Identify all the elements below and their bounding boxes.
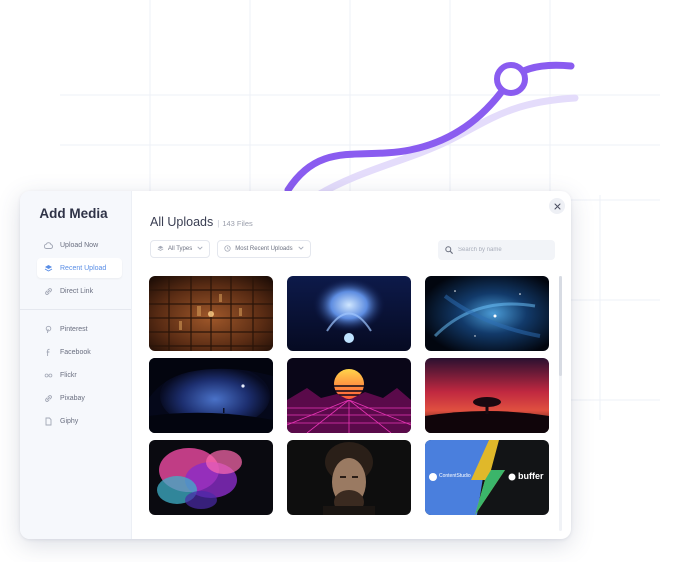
sidebar: Add Media Upload Now Recent Upload Direc… xyxy=(20,191,132,539)
sidebar-item-label: Recent Upload xyxy=(60,264,107,272)
contentstudio-text: ContentStudio xyxy=(439,473,471,479)
media-thumbnail-library[interactable] xyxy=(149,276,273,351)
sidebar-item-label: Giphy xyxy=(60,417,79,425)
buffer-text: buffer xyxy=(518,471,544,481)
sidebar-item-label: Direct Link xyxy=(60,287,94,295)
chevron-down-icon xyxy=(297,246,304,252)
sidebar-divider xyxy=(20,309,131,310)
media-thumbnail-nebula[interactable] xyxy=(425,276,549,351)
stack-icon xyxy=(43,263,53,273)
portrait-image xyxy=(287,440,411,515)
grid-scrollbar[interactable] xyxy=(559,276,562,531)
ice-spirit-image xyxy=(287,276,411,351)
media-grid: ContentStudio buffer xyxy=(149,276,552,515)
decor-curve-node xyxy=(494,62,528,96)
media-main-panel: All Uploads | 143 Files All Types Most R… xyxy=(132,191,571,539)
sidebar-item-upload-now[interactable]: Upload Now xyxy=(37,235,122,255)
page-title: All Uploads xyxy=(150,215,214,229)
nebula-image xyxy=(425,276,549,351)
scrollbar-thumb[interactable] xyxy=(559,276,562,376)
search-box xyxy=(438,240,555,260)
sidebar-item-label: Facebook xyxy=(60,348,91,356)
link-icon xyxy=(43,286,53,296)
decor-curve-light xyxy=(314,94,579,199)
modal-title: Add Media xyxy=(39,206,108,221)
sidebar-item-flickr[interactable]: Flickr xyxy=(37,365,122,385)
sidebar-item-giphy[interactable]: Giphy xyxy=(37,411,122,431)
close-button[interactable] xyxy=(549,198,565,214)
pinterest-icon xyxy=(43,324,53,334)
sidebar-item-label: Flickr xyxy=(60,371,77,379)
filter-bar: All Types Most Recent Uploads xyxy=(150,240,311,258)
type-filter-label: All Types xyxy=(168,246,193,252)
cave-image xyxy=(149,358,273,433)
media-thumbnail-contentstudio-buffer[interactable]: ContentStudio buffer xyxy=(425,440,549,515)
facebook-icon xyxy=(43,347,53,357)
search-icon xyxy=(445,241,453,259)
close-icon xyxy=(554,203,560,209)
sidebar-item-label: Pinterest xyxy=(60,325,88,333)
media-thumbnail-portrait[interactable] xyxy=(287,440,411,515)
pixabay-icon xyxy=(43,393,53,403)
sidebar-item-pixabay[interactable]: Pixabay xyxy=(37,388,122,408)
sidebar-item-label: Pixabay xyxy=(60,394,85,402)
page-heading: All Uploads | 143 Files xyxy=(150,215,253,229)
sidebar-item-direct-link[interactable]: Direct Link xyxy=(37,281,122,301)
title-separator: | xyxy=(217,219,220,228)
clock-icon xyxy=(224,244,231,254)
type-filter-dropdown[interactable]: All Types xyxy=(150,240,211,258)
sidebar-item-pinterest[interactable]: Pinterest xyxy=(37,319,122,339)
add-media-modal: Add Media Upload Now Recent Upload Direc… xyxy=(20,191,571,539)
media-thumbnail-red-tree[interactable] xyxy=(425,358,549,433)
library-image xyxy=(149,276,273,351)
sort-filter-dropdown[interactable]: Most Recent Uploads xyxy=(217,240,311,258)
decor-curve xyxy=(284,61,575,194)
pink-smoke-image xyxy=(149,440,273,515)
flickr-icon xyxy=(43,370,53,380)
search-input[interactable] xyxy=(458,247,548,253)
sort-filter-label: Most Recent Uploads xyxy=(235,246,293,252)
file-count: 143 Files xyxy=(222,219,253,228)
sidebar-item-facebook[interactable]: Facebook xyxy=(37,342,122,362)
red-tree-image xyxy=(425,358,549,433)
media-thumbnail-ice-spirit[interactable] xyxy=(287,276,411,351)
giphy-icon xyxy=(43,416,53,426)
media-thumbnail-cave[interactable] xyxy=(149,358,273,433)
synthwave-image xyxy=(287,358,411,433)
sidebar-item-label: Upload Now xyxy=(60,241,99,249)
stack-icon xyxy=(157,245,164,254)
sidebar-item-recent-upload[interactable]: Recent Upload xyxy=(37,258,122,278)
chevron-down-icon xyxy=(197,246,203,252)
media-thumbnail-pink-smoke[interactable] xyxy=(149,440,273,515)
cloud-upload-icon xyxy=(43,240,53,250)
media-thumbnail-synthwave[interactable] xyxy=(287,358,411,433)
